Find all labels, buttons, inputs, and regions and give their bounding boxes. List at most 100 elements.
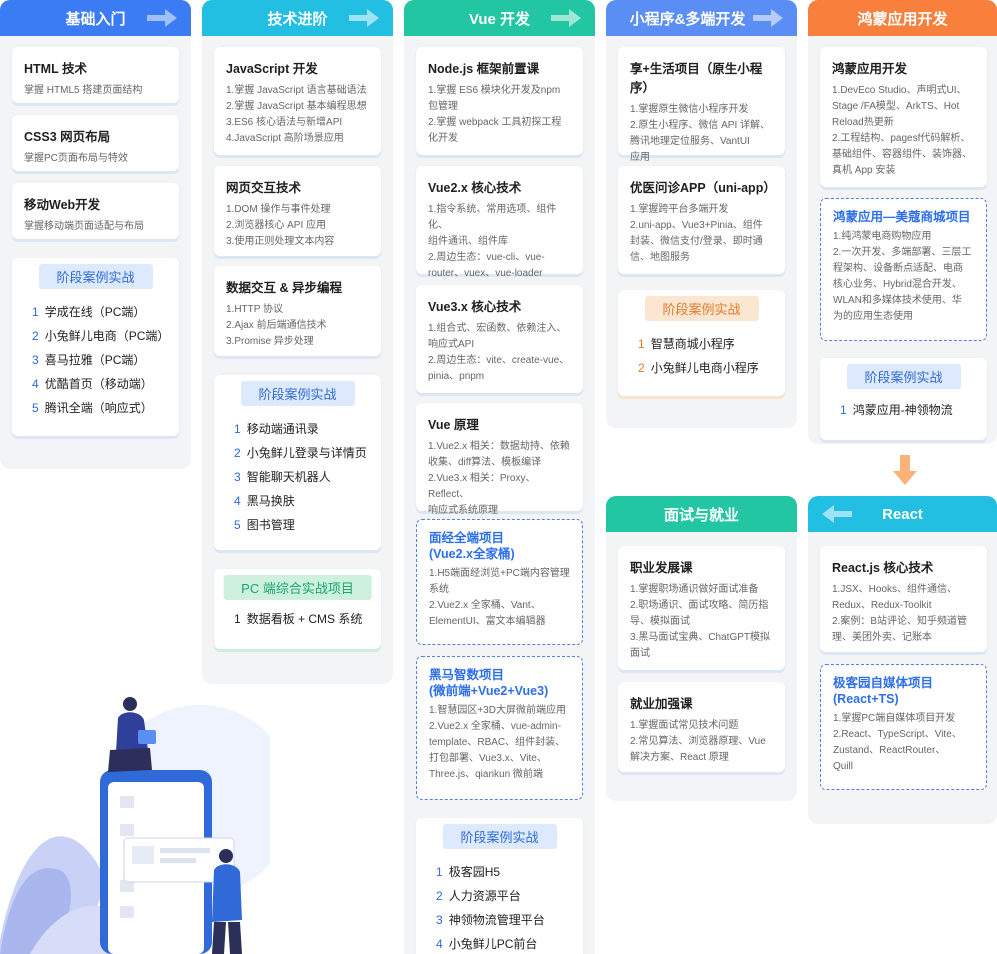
- card-line: 响应式API: [428, 339, 475, 350]
- list-item: 1 数据看板 + CMS 系统: [234, 612, 363, 626]
- card-line: 核心业务、Hybrid混合开发、: [833, 279, 962, 290]
- card-line: 2.浏览器核心 API 应用: [226, 220, 327, 231]
- list-item: 1 移动端通讯录: [234, 422, 319, 436]
- case-practice-box: 阶段案例实战 1 移动端通讯录 2 小兔鲜儿登录与详情页 3 智能聊天机器人 4 黑马换…: [214, 375, 381, 550]
- project-card: 极客园自媒体项目 (React+TS) 1.掌握PC端自媒体项目开发 2.Rea…: [820, 664, 987, 790]
- case-title: 阶段案例实战: [846, 364, 961, 389]
- column-header-miniprogram: 小程序&多端开发: [606, 0, 797, 36]
- course-card: 鸿蒙应用开发 1.DevEco Studio、声明式UI、 Stage /FA模…: [820, 47, 987, 187]
- list-item: 1 极客园H5: [436, 865, 501, 879]
- card-line: 3.使用正则处理文本内容: [226, 236, 335, 247]
- card-line: 4.JavaScript 高阶场景应用: [226, 133, 344, 144]
- column-header-react: React: [808, 496, 997, 532]
- arrow-right-icon: [349, 9, 379, 27]
- card-title: HTML 技术: [24, 62, 87, 76]
- course-card: JavaScript 开发 1.掌握 JavaScript 语言基础语法 2.掌…: [214, 47, 381, 155]
- column-title: 基础入门: [65, 10, 126, 28]
- card-title: 网页交互技术: [226, 181, 302, 195]
- project-card: 面经全端项目 (Vue2.x全家桶) 1.H5端面经浏览+PC端内容管理 系统 …: [416, 519, 583, 645]
- card-line: 信、地图服务: [630, 252, 690, 263]
- list-item: 2 小兔鲜儿登录与详情页: [234, 446, 367, 460]
- card-line: 应用: [630, 152, 650, 163]
- course-card: 享+生活项目（原生小程序） 1.掌握原生微信小程序开发 2.原生小程序、微信 A…: [618, 47, 785, 163]
- list-item: 1 学成在线（PC端）: [32, 305, 146, 319]
- card-line: 真机 App 安装: [832, 165, 896, 176]
- card-line: 1.Vue2.x 相关：数据劫持、依赖: [428, 441, 570, 452]
- course-card: React.js 核心技术 1.JSX、Hooks、组件通信、 Redux、Re…: [820, 546, 987, 652]
- card-line: 1.HTTP 协议: [226, 304, 284, 315]
- card-line: 2.工程结构、pagesf代码解析、: [832, 133, 971, 144]
- course-card: 优医问诊APP（uni-app） 1.掌握跨平台多端开发 2.uni-app、V…: [618, 166, 785, 274]
- card-line: ElementUI、富文本编辑器: [429, 616, 546, 627]
- case-title: 阶段案例实战: [644, 296, 759, 321]
- card-title: JavaScript 开发: [226, 62, 318, 76]
- card-line: 2.Vue2.x 全家桶、vue-admin-: [429, 721, 561, 732]
- card-line: 基础组件、容器组件、装饰器、: [832, 149, 972, 160]
- card-line: 理、美团外卖、记账本: [832, 632, 932, 643]
- card-line: 收集、diff算法、模板编译: [428, 457, 542, 468]
- card-line: 程架构、设备断点适配、电商: [833, 263, 963, 274]
- pc-project-box: PC 端综合实战项目 1 数据看板 + CMS 系统: [214, 569, 381, 649]
- card-line: 1.掌握跨平台多端开发: [630, 204, 729, 215]
- course-card: HTML 技术 掌握 HTML5 搭建页面结构: [12, 47, 179, 103]
- column-header-basics: 基础入门: [0, 0, 191, 36]
- list-item: 5 腾讯全端（响应式）: [32, 401, 153, 415]
- card-line: 2.周边生态：vite、create-vue、: [428, 355, 570, 366]
- card-line: Stage /FA模型、ArkTS、Hot: [832, 101, 960, 112]
- case-practice-box: 阶段案例实战 1 鸿蒙应用-神领物流: [820, 358, 987, 440]
- card-line: 1.指令系统、常用选项、组件化、: [428, 204, 557, 231]
- card-line: 2.掌握 webpack 工具初探工程: [428, 117, 562, 128]
- card-line: 组件通讯、组件库: [428, 236, 508, 247]
- card-title: 优医问诊APP（uni-app）: [630, 181, 776, 195]
- card-line: 解决方案、React 原理: [630, 752, 729, 763]
- card-line: pinia、pnpm: [428, 371, 485, 382]
- column-title: 小程序&多端开发: [629, 10, 746, 28]
- card-line: template、RBAC、组件封装、: [429, 737, 566, 748]
- card-line: 2.案例：B站评论、知乎频道管: [832, 616, 968, 627]
- card-title: 职业发展课: [630, 561, 693, 575]
- card-line: 3.ES6 核心语法与新增API: [226, 117, 343, 128]
- card-line: 1.H5端面经浏览+PC端内容管理: [429, 568, 570, 579]
- list-item: 3 智能聊天机器人: [234, 470, 331, 484]
- project-title: 面经全端项目: [429, 531, 505, 545]
- card-line: 2.一次开发、多端部署、三层工: [833, 247, 972, 258]
- case-practice-box: 阶段案例实战 1 极客园H5 2 人力资源平台 3 神领物流管理平台 4 小兔鲜儿PC前…: [416, 818, 583, 954]
- arrow-down-icon: [893, 455, 917, 485]
- column-title: 技术进阶: [267, 10, 328, 28]
- pc-project-title: PC 端综合实战项目: [223, 575, 372, 600]
- course-card: 职业发展课 1.掌握职场通识做好面试准备 2.职场通识、面试攻略、简历指 导、模…: [618, 546, 785, 670]
- course-card: 移动Web开发 掌握移动端页面适配与布局: [12, 183, 179, 239]
- card-line: 1.掌握原生微信小程序开发: [630, 104, 749, 115]
- card-line: 2.常见算法、浏览器原理、Vue: [630, 736, 766, 747]
- arrow-left-icon: [822, 505, 852, 523]
- arrow-right-icon: [147, 9, 177, 27]
- card-line: 3.Promise 异步处理: [226, 336, 314, 347]
- card-title: 享+生活项目（原生小程序）: [630, 62, 763, 95]
- case-practice-box: 阶段案例实战 1 学成在线（PC端） 2 小兔鲜儿电商（PC端） 3 喜马拉雅（PC端…: [12, 258, 179, 436]
- card-line: 1.掌握面试常见技术问题: [630, 720, 739, 731]
- arrow-right-icon: [753, 9, 783, 27]
- card-line: 掌握 HTML5 搭建页面结构: [24, 85, 143, 96]
- card-line: 1.纯鸿蒙电商购物应用: [833, 231, 932, 242]
- arrow-right-icon: [551, 9, 581, 27]
- project-title: (React+TS): [833, 692, 899, 706]
- card-line: 1.组合式、宏函数、依赖注入、: [428, 323, 567, 334]
- list-item: 2 小兔鲜儿电商小程序: [638, 361, 759, 375]
- list-item: 1 智慧商城小程序: [638, 337, 735, 351]
- project-card: 黑马智数项目 (微前端+Vue2+Vue3) 1.智慧园区+3D大屏微前端应用 …: [416, 656, 583, 800]
- card-line: 2.uni-app、Vue3+Pinia、组件: [630, 220, 763, 231]
- course-card: 就业加强课 1.掌握面试常见技术问题 2.常见算法、浏览器原理、Vue 解决方案…: [618, 682, 785, 772]
- card-title: 鸿蒙应用开发: [832, 62, 908, 76]
- column-header-interview: 面试与就业: [606, 496, 797, 532]
- card-line: Zustand、ReactRouter、: [833, 745, 946, 756]
- project-card: 鸿蒙应用—美蔻商城项目 1.纯鸿蒙电商购物应用 2.一次开发、多端部署、三层工 …: [820, 198, 987, 341]
- case-practice-box: 阶段案例实战 1 智慧商城小程序 2 小兔鲜儿电商小程序: [618, 290, 785, 396]
- card-line: 导、模拟面试: [630, 616, 690, 627]
- card-line: 掌握移动端页面适配与布局: [24, 221, 144, 232]
- course-card: Vue3.x 核心技术 1.组合式、宏函数、依赖注入、 响应式API 2.周边生…: [416, 285, 583, 393]
- card-title: Vue 原理: [428, 418, 479, 432]
- list-item: 5 图书管理: [234, 518, 295, 532]
- card-line: 1.掌握 JavaScript 语言基础语法: [226, 85, 367, 96]
- card-line: 封装、微信支付/登录、即时通: [630, 236, 763, 247]
- card-title: 移动Web开发: [24, 198, 101, 212]
